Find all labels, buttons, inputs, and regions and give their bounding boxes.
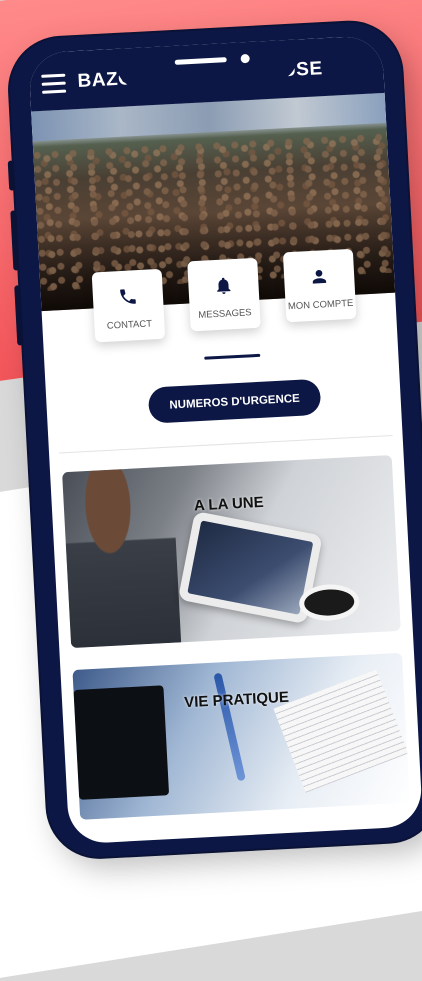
emergency-numbers-button[interactable]: NUMEROS D'URGENCE <box>147 378 322 424</box>
account-label: MON COMPTE <box>287 297 354 313</box>
speaker-icon <box>174 57 227 65</box>
user-icon <box>284 265 355 291</box>
separator-line <box>59 434 393 454</box>
contact-button[interactable]: CONTACT <box>91 268 166 343</box>
news-card-title: A LA UNE <box>193 493 265 515</box>
card-photo-paper <box>273 669 409 793</box>
account-button[interactable]: MON COMPTE <box>282 248 357 323</box>
card-photo-pen <box>213 672 246 782</box>
phone-mockup: BAZOUGES LA PEROUSE CONTACT MESSAGES MON… <box>7 20 422 860</box>
section-divider <box>204 353 261 360</box>
practical-life-card[interactable]: VIE PRATIQUE <box>72 652 410 820</box>
phone-icon <box>92 285 163 311</box>
contact-label: CONTACT <box>106 318 153 332</box>
app-screen: BAZOUGES LA PEROUSE CONTACT MESSAGES MON… <box>28 35 422 845</box>
card-photo-laptop <box>73 685 170 800</box>
news-card[interactable]: A LA UNE <box>62 455 401 649</box>
camera-icon <box>240 53 250 64</box>
messages-button[interactable]: MESSAGES <box>187 257 261 332</box>
menu-icon[interactable] <box>41 73 67 95</box>
card-photo-person <box>62 466 182 649</box>
bell-icon <box>188 274 259 300</box>
messages-label: MESSAGES <box>198 307 252 321</box>
